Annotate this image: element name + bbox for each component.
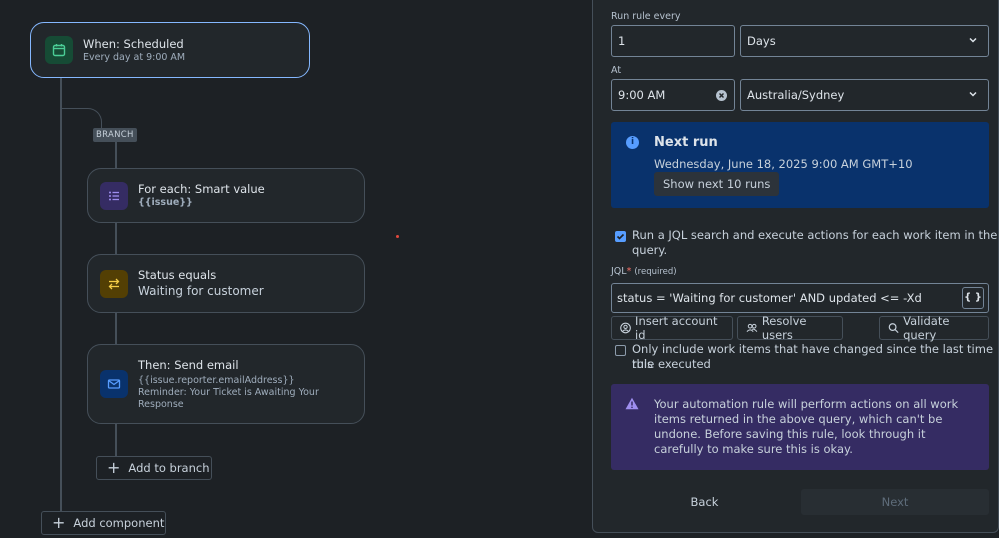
jql-label-text: JQL xyxy=(611,266,627,277)
jql-value: status = 'Waiting for customer' AND upda… xyxy=(617,291,922,305)
warning-icon xyxy=(625,397,639,410)
rule-canvas: BRANCH When: Scheduled Every day at 9:00… xyxy=(0,0,590,538)
action-card[interactable]: Then: Send email {{issue.reporter.emailA… xyxy=(87,344,365,424)
timezone-select[interactable]: Australia/Sydney xyxy=(740,79,989,111)
action-subject-line1: Reminder: Your Ticket is Awaiting Your xyxy=(138,386,319,398)
add-component-label: Add component xyxy=(73,516,165,530)
info-icon: i xyxy=(626,136,639,149)
resolve-users-button[interactable]: Resolve users xyxy=(737,314,843,342)
jql-checkbox[interactable] xyxy=(615,231,626,242)
condition-title: Status equals xyxy=(138,268,217,282)
chevron-down-icon xyxy=(969,91,977,97)
trigger-subtitle: Every day at 9:00 AM xyxy=(83,51,186,63)
chevron-down-icon xyxy=(969,37,977,43)
check-icon xyxy=(616,233,625,240)
plus-icon: + xyxy=(107,458,121,477)
resolve-users-label: Resolve users xyxy=(761,314,807,342)
at-label: At xyxy=(611,65,622,76)
smart-value-brace-icon[interactable]: { } xyxy=(962,287,984,309)
required-hint: (required) xyxy=(634,267,677,277)
run-every-value: 1 xyxy=(618,34,626,48)
time-input[interactable]: 9:00 AM xyxy=(611,79,735,111)
main-connector xyxy=(60,78,62,512)
next-button[interactable]: Next xyxy=(801,489,989,515)
action-title: Then: Send email xyxy=(138,357,239,372)
cursor-dot xyxy=(396,235,399,238)
validate-query-button[interactable]: Validate query xyxy=(879,314,989,342)
users-icon xyxy=(746,323,758,332)
condition-card[interactable]: Status equals Waiting for customer xyxy=(87,254,365,313)
validate-query-label: Validate query xyxy=(903,314,950,342)
trigger-card[interactable]: When: Scheduled Every day at 9:00 AM xyxy=(30,22,310,78)
run-every-unit-value: Days xyxy=(747,34,776,48)
action-recipient: {{issue.reporter.emailAddress}} xyxy=(138,374,295,386)
add-to-branch-button[interactable]: + Add to branch xyxy=(96,456,212,480)
jql-input[interactable]: status = 'Waiting for customer' AND upda… xyxy=(611,283,989,313)
warning-banner: Your automation rule will perform action… xyxy=(611,384,989,470)
jql-checkbox-label-line1: Run a JQL search and execute actions for… xyxy=(632,228,998,242)
action-subject-line2: Response xyxy=(138,398,184,410)
time-value: 9:00 AM xyxy=(618,88,666,102)
timezone-value: Australia/Sydney xyxy=(747,88,845,102)
required-asterisk: * xyxy=(626,266,632,277)
show-next-runs-button[interactable]: Show next 10 runs xyxy=(654,172,780,196)
changed-items-checkbox[interactable] xyxy=(615,345,626,356)
condition-subtitle: Waiting for customer xyxy=(138,284,264,298)
mail-icon xyxy=(100,370,128,398)
calendar-icon xyxy=(45,36,73,64)
foreach-subtitle: {{issue}} xyxy=(138,197,193,208)
add-component-button[interactable]: + Add component xyxy=(41,511,166,535)
list-icon xyxy=(100,181,128,210)
trigger-title: When: Scheduled xyxy=(83,36,184,51)
insert-account-id-label: Insert account id xyxy=(635,314,718,342)
jql-checkbox-label-line2: query. xyxy=(632,243,668,257)
branch-label: BRANCH xyxy=(93,128,137,142)
back-button[interactable]: Back xyxy=(611,489,798,515)
foreach-card[interactable]: For each: Smart value {{issue}} xyxy=(87,168,365,223)
branch-connector-curve xyxy=(60,108,102,128)
run-every-label: Run rule every xyxy=(611,11,681,22)
clear-icon[interactable] xyxy=(716,90,727,101)
add-to-branch-label: Add to branch xyxy=(128,461,210,475)
user-circle-icon xyxy=(620,322,631,334)
next-run-info: i Next run Wednesday, June 18, 2025 9:00… xyxy=(611,122,989,208)
next-run-date: Wednesday, June 18, 2025 9:00 AM GMT+10 xyxy=(654,157,913,171)
search-icon xyxy=(888,323,899,334)
jql-label: JQL* (required) xyxy=(611,266,677,277)
run-every-input[interactable]: 1 xyxy=(611,25,735,57)
changed-items-label-line2: rule executed xyxy=(632,357,711,371)
swap-icon xyxy=(100,269,128,298)
plus-icon: + xyxy=(52,513,66,532)
next-run-heading: Next run xyxy=(654,135,718,150)
warning-text: Your automation rule will perform action… xyxy=(654,397,959,456)
insert-account-id-button[interactable]: Insert account id xyxy=(611,314,733,342)
foreach-title: For each: Smart value xyxy=(138,182,265,196)
run-every-unit-select[interactable]: Days xyxy=(740,25,989,57)
